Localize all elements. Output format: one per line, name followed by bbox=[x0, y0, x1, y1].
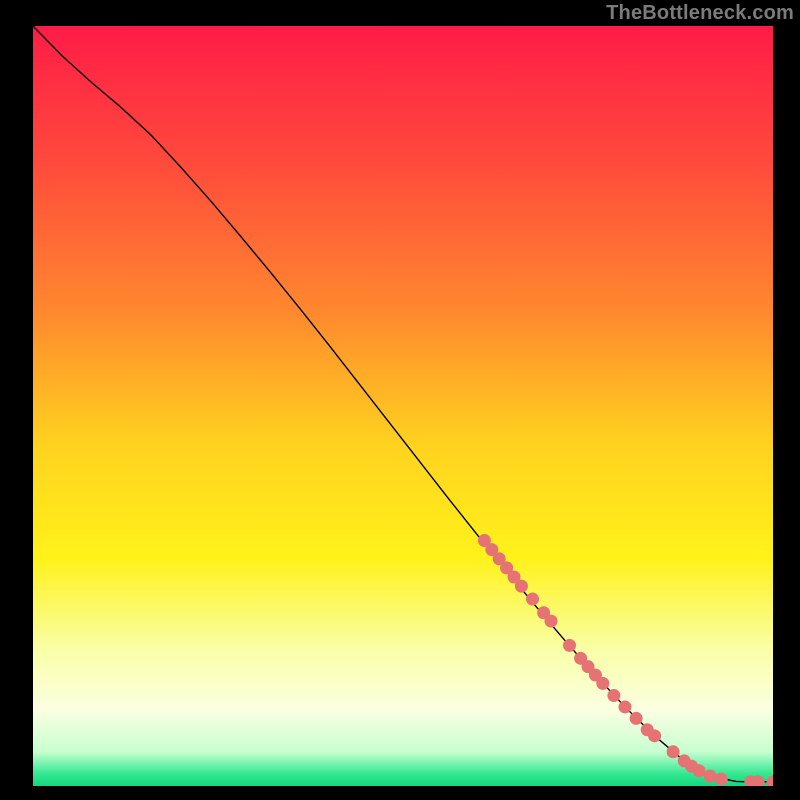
marker-point bbox=[515, 580, 528, 593]
marker-point bbox=[526, 593, 539, 606]
marker-point bbox=[596, 677, 609, 690]
chart-plot-area bbox=[33, 26, 773, 786]
marker-point bbox=[648, 729, 661, 742]
marker-point bbox=[563, 639, 576, 652]
marker-point bbox=[607, 689, 620, 702]
marker-point bbox=[619, 700, 632, 713]
marker-point bbox=[715, 773, 728, 786]
marker-point bbox=[667, 745, 680, 758]
marker-point bbox=[704, 770, 717, 783]
chart-svg bbox=[33, 26, 773, 786]
watermark-text: TheBottleneck.com bbox=[606, 2, 794, 25]
marker-point bbox=[693, 764, 706, 777]
marker-point bbox=[630, 712, 643, 725]
marker-point bbox=[545, 615, 558, 628]
chart-background bbox=[33, 26, 773, 786]
